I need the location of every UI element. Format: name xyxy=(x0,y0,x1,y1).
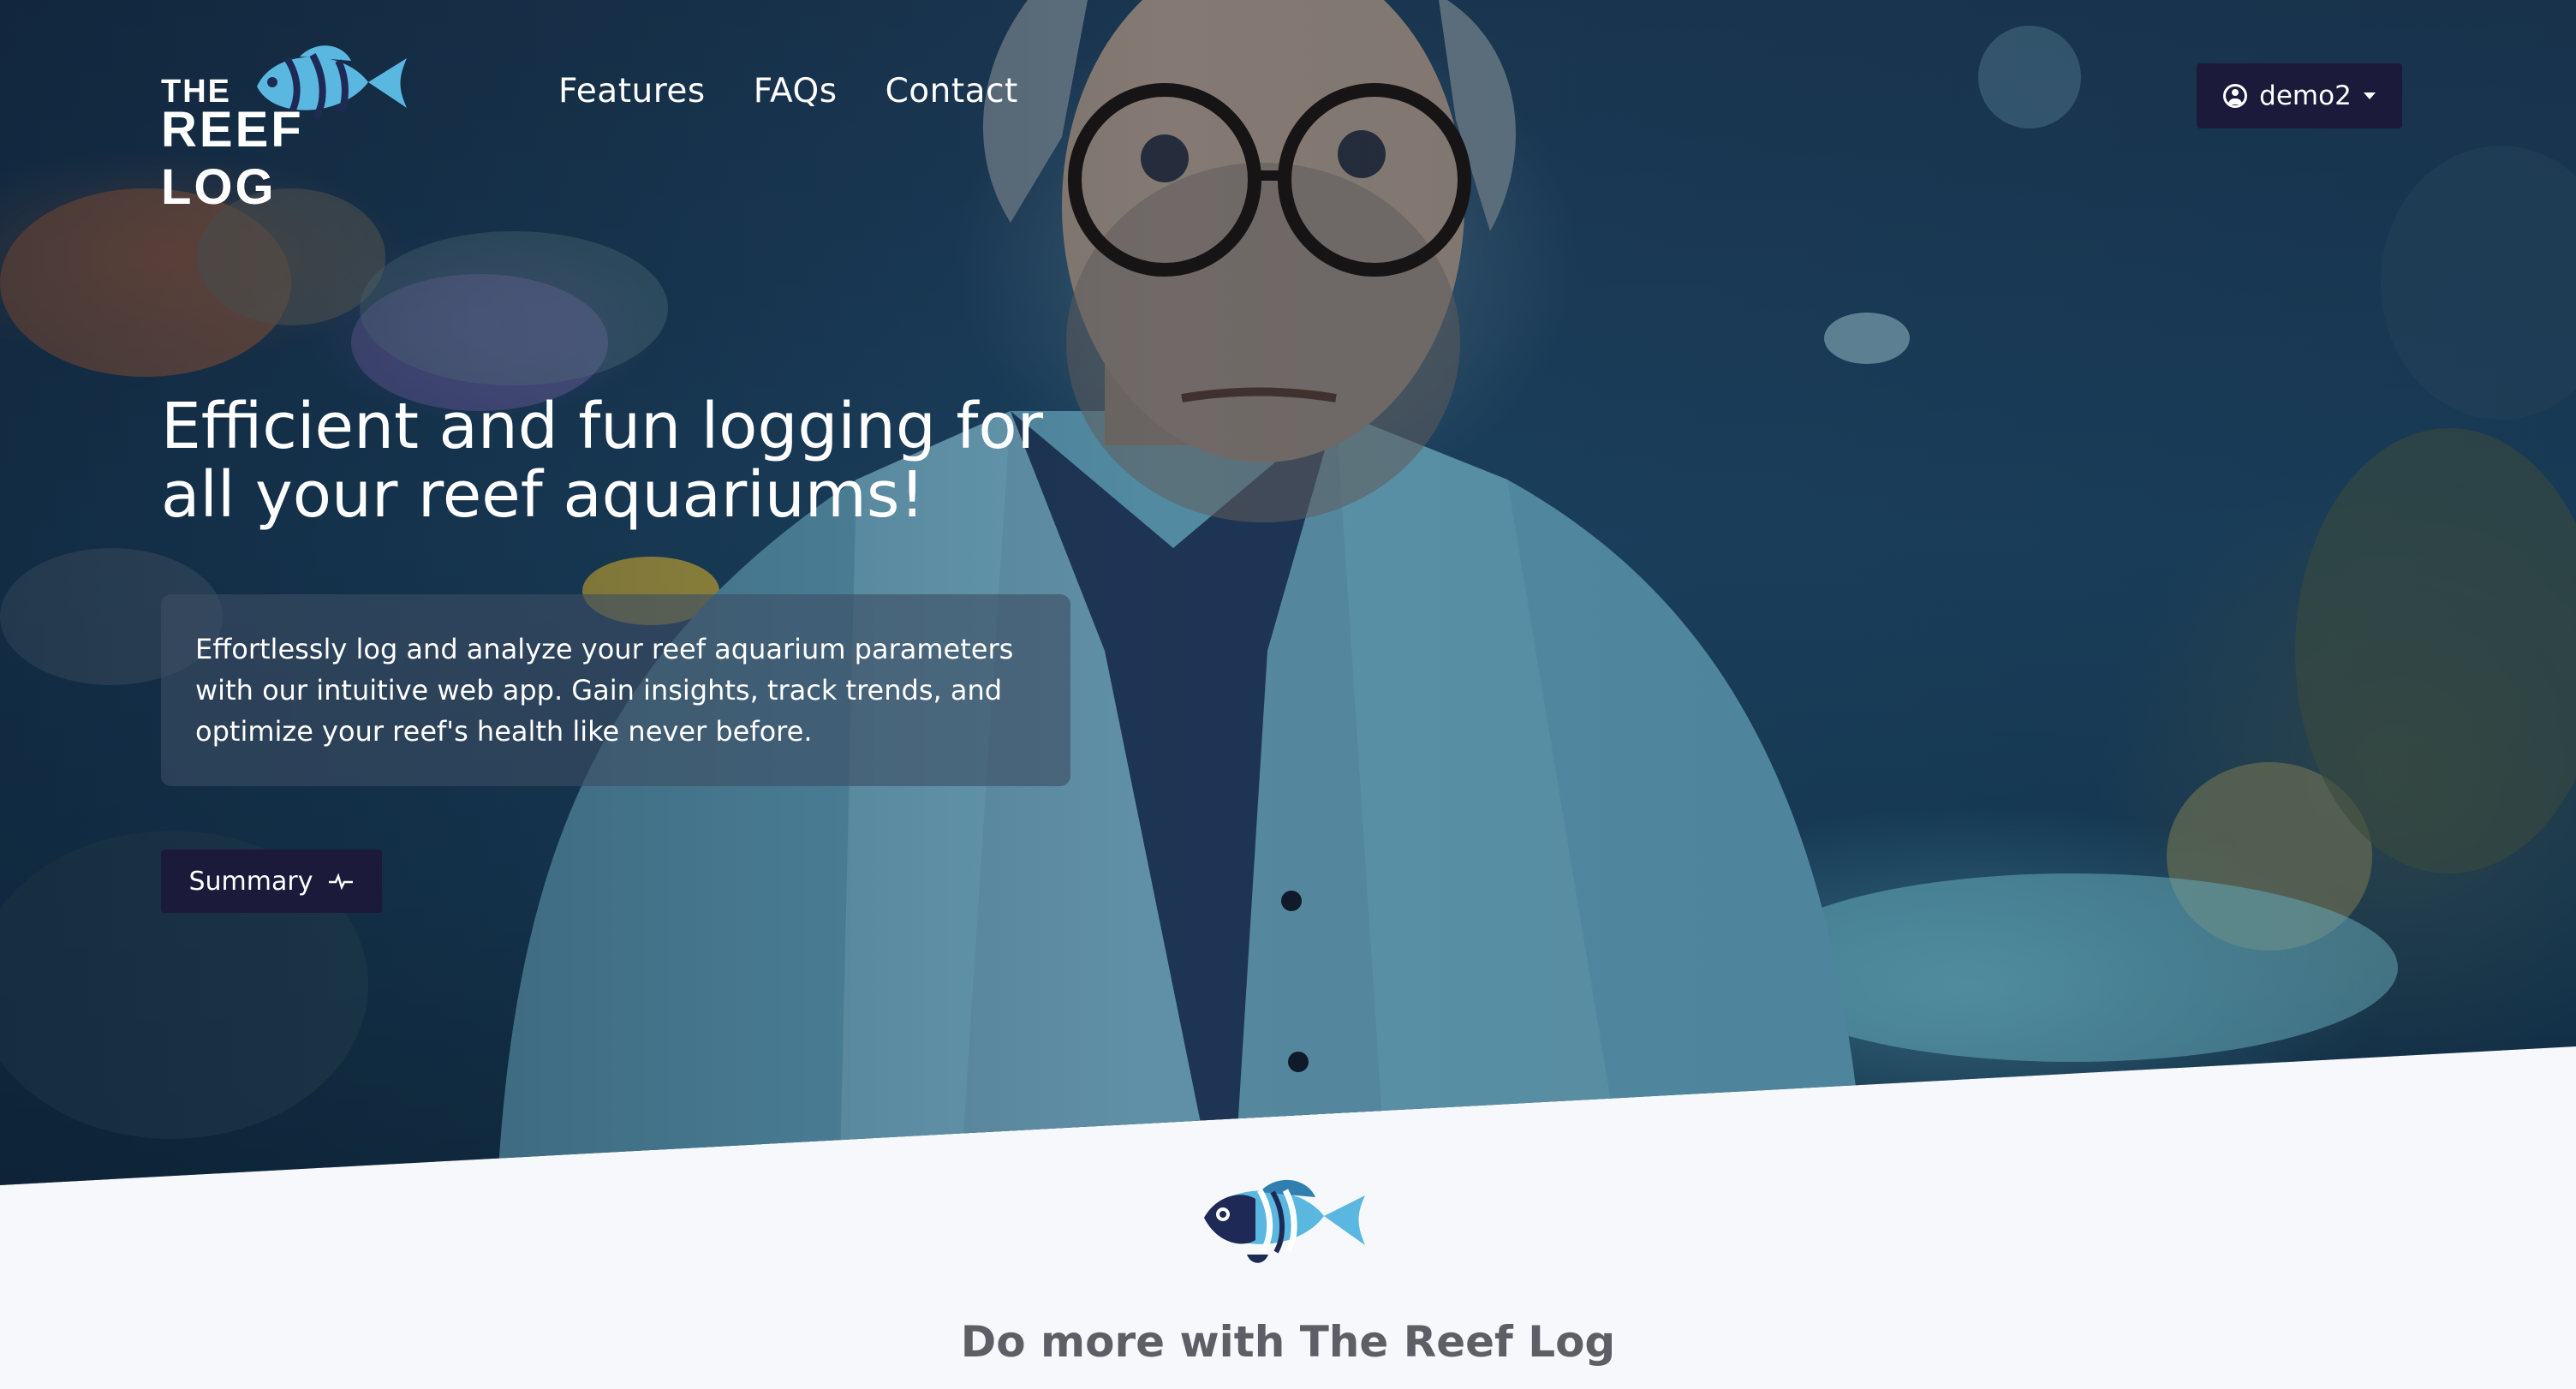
summary-button[interactable]: Summary xyxy=(161,849,382,913)
nav-item-faqs[interactable]: FAQs xyxy=(754,72,838,110)
username-label: demo2 xyxy=(2259,80,2352,111)
user-menu-button[interactable]: demo2 xyxy=(2197,63,2402,128)
logo-text-reef-log: REEF LOG xyxy=(161,102,304,215)
user-circle-icon xyxy=(2223,84,2248,108)
hero-headline-line1: Efficient and fun logging for xyxy=(161,390,1044,463)
hero-description-line1: Effortlessly log and analyze your reef a… xyxy=(195,633,1014,665)
main-nav: Features FAQs Contact xyxy=(558,72,1018,110)
fish-icon xyxy=(1204,1179,1365,1263)
hero-headline: Efficient and fun logging for all your r… xyxy=(161,392,1120,529)
hero-description-line3: optimize your reef's health like never b… xyxy=(195,715,813,748)
pulse-icon xyxy=(329,873,354,891)
summary-button-label: Summary xyxy=(188,866,313,897)
nav-item-contact[interactable]: Contact xyxy=(886,72,1018,110)
hero-description: Effortlessly log and analyze your reef a… xyxy=(195,629,1036,752)
site-logo[interactable]: THE REEF LOG xyxy=(161,39,418,215)
caret-down-icon xyxy=(2363,92,2376,99)
nav-item-features[interactable]: Features xyxy=(558,72,706,110)
hero-description-card: Effortlessly log and analyze your reef a… xyxy=(161,594,1070,786)
section-title: Do more with The Reef Log xyxy=(960,1317,1616,1367)
hero-headline-line2: all your reef aquariums! xyxy=(161,458,926,532)
hero-description-line2: with our intuitive web app. Gain insight… xyxy=(195,674,1003,706)
